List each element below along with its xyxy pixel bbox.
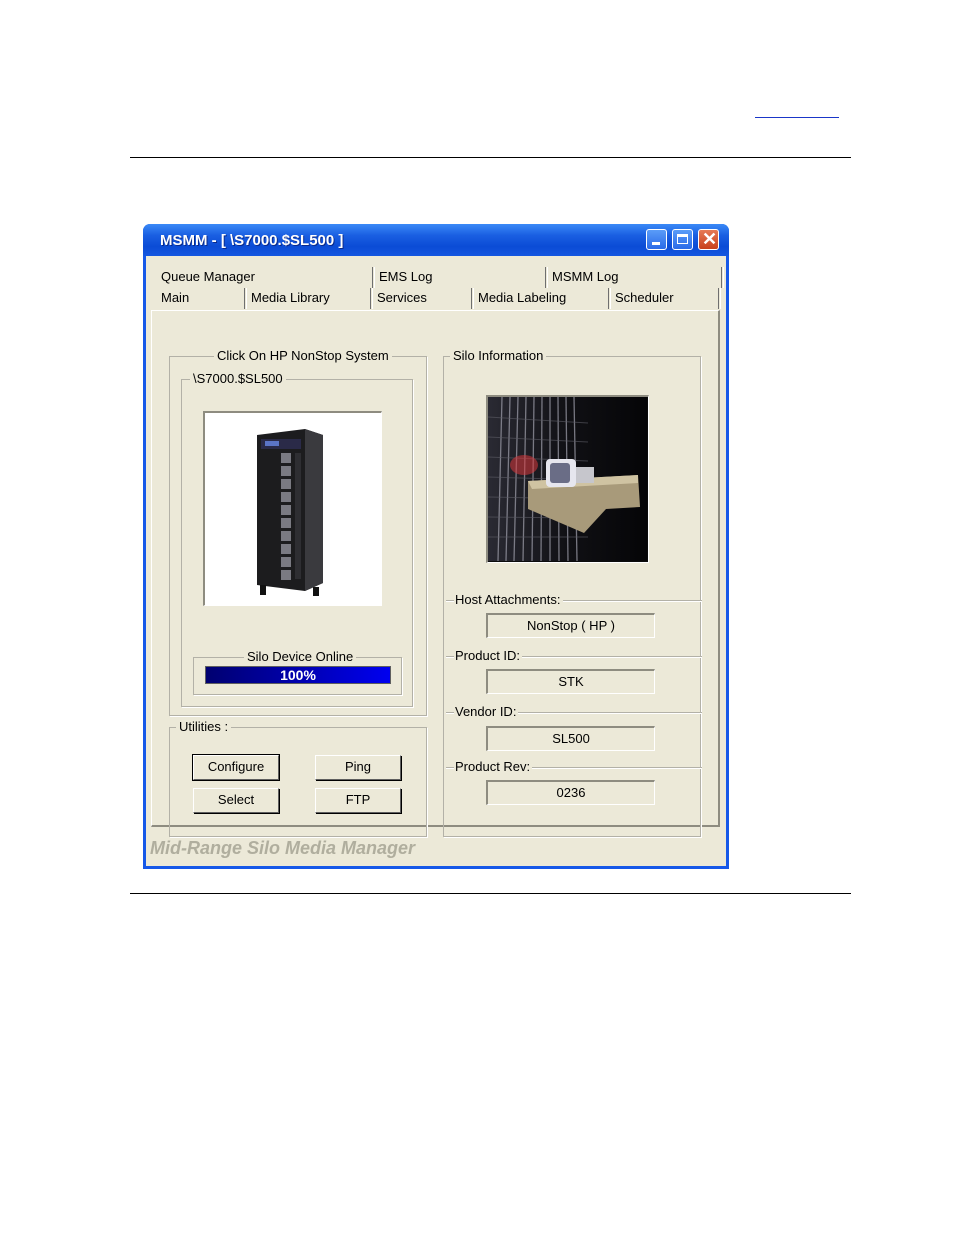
tab-queue-manager[interactable]: Queue Manager <box>155 267 375 288</box>
window-client: Queue Manager EMS Log MSMM Log Main Medi… <box>146 256 726 866</box>
minimize-button[interactable] <box>646 229 667 250</box>
configure-button[interactable]: Configure <box>192 754 280 781</box>
system-image-button[interactable] <box>203 411 382 606</box>
silo-image <box>486 395 649 563</box>
host-attachments-separator: Host Attachments: <box>446 592 702 608</box>
utilities-group: Utilities : Configure Ping Select FTP <box>169 719 427 837</box>
system-group: Click On HP NonStop System \S7000.$SL500 <box>169 348 427 716</box>
utilities-legend: Utilities : <box>176 719 232 735</box>
host-attachments-row: Host Attachments: NonStop ( HP ) <box>444 592 702 640</box>
close-button[interactable]: ✕ <box>698 229 719 250</box>
vendor-id-row: Vendor ID: SL500 <box>444 704 702 752</box>
msmm-window: MSMM - [ \S7000.$SL500 ] ✕ Queue Manager… <box>143 224 729 869</box>
close-icon: ✕ <box>702 229 718 249</box>
window-title: MSMM - [ \S7000.$SL500 ] <box>160 232 344 249</box>
tab-media-labeling[interactable]: Media Labeling <box>472 288 611 309</box>
silo-info-legend: Silo Information <box>450 348 547 364</box>
title-bar[interactable]: MSMM - [ \S7000.$SL500 ] ✕ <box>143 224 729 256</box>
minimize-icon <box>652 242 660 245</box>
tab-media-library[interactable]: Media Library <box>245 288 373 309</box>
product-rev-label: Product Rev: <box>454 759 533 775</box>
top-rule <box>130 157 851 158</box>
tab-scheduler[interactable]: Scheduler <box>609 288 721 309</box>
silo-status-legend: Silo Device Online <box>244 649 357 665</box>
vendor-id-label: Vendor ID: <box>454 704 519 720</box>
bottom-rule <box>130 893 851 894</box>
tab-services[interactable]: Services <box>371 288 474 309</box>
host-attachments-field: NonStop ( HP ) <box>486 613 655 638</box>
vendor-id-field: SL500 <box>486 726 655 751</box>
product-id-separator: Product ID: <box>446 648 702 664</box>
tab-main[interactable]: Main <box>155 288 247 309</box>
product-rev-separator: Product Rev: <box>446 759 702 775</box>
app-footer-caption: Mid-Range Silo Media Manager <box>150 838 416 858</box>
silo-status-group: Silo Device Online 100% <box>193 649 402 695</box>
silo-online-progress: 100% <box>205 666 391 684</box>
tape-robot-photo-icon <box>487 396 647 562</box>
system-subgroup: \S7000.$SL500 Silo Device Online 100% <box>181 371 413 707</box>
product-rev-field: 0236 <box>486 780 655 805</box>
tab-ems-log[interactable]: EMS Log <box>373 267 548 288</box>
product-id-field: STK <box>486 669 655 694</box>
ping-button[interactable]: Ping <box>315 755 401 780</box>
main-tab-panel: Click On HP NonStop System \S7000.$SL500 <box>151 310 720 837</box>
ftp-button[interactable]: FTP <box>315 788 401 813</box>
maximize-button[interactable] <box>672 229 693 250</box>
document-link[interactable] <box>755 103 839 118</box>
tab-msmm-log[interactable]: MSMM Log <box>546 267 724 288</box>
select-button[interactable]: Select <box>193 788 279 813</box>
silo-info-group: Silo Information Host Attachments: NonSt… <box>443 348 702 837</box>
host-attachments-label: Host Attachments: <box>454 592 563 608</box>
system-group-legend: Click On HP NonStop System <box>214 348 392 364</box>
tape-library-cabinet-icon <box>205 413 380 604</box>
system-name-legend: \S7000.$SL500 <box>190 371 286 387</box>
maximize-icon <box>677 234 688 244</box>
vendor-id-separator: Vendor ID: <box>446 704 702 720</box>
product-rev-row: Product Rev: 0236 <box>444 759 702 807</box>
product-id-row: Product ID: STK <box>444 648 702 696</box>
product-id-label: Product ID: <box>454 648 523 664</box>
